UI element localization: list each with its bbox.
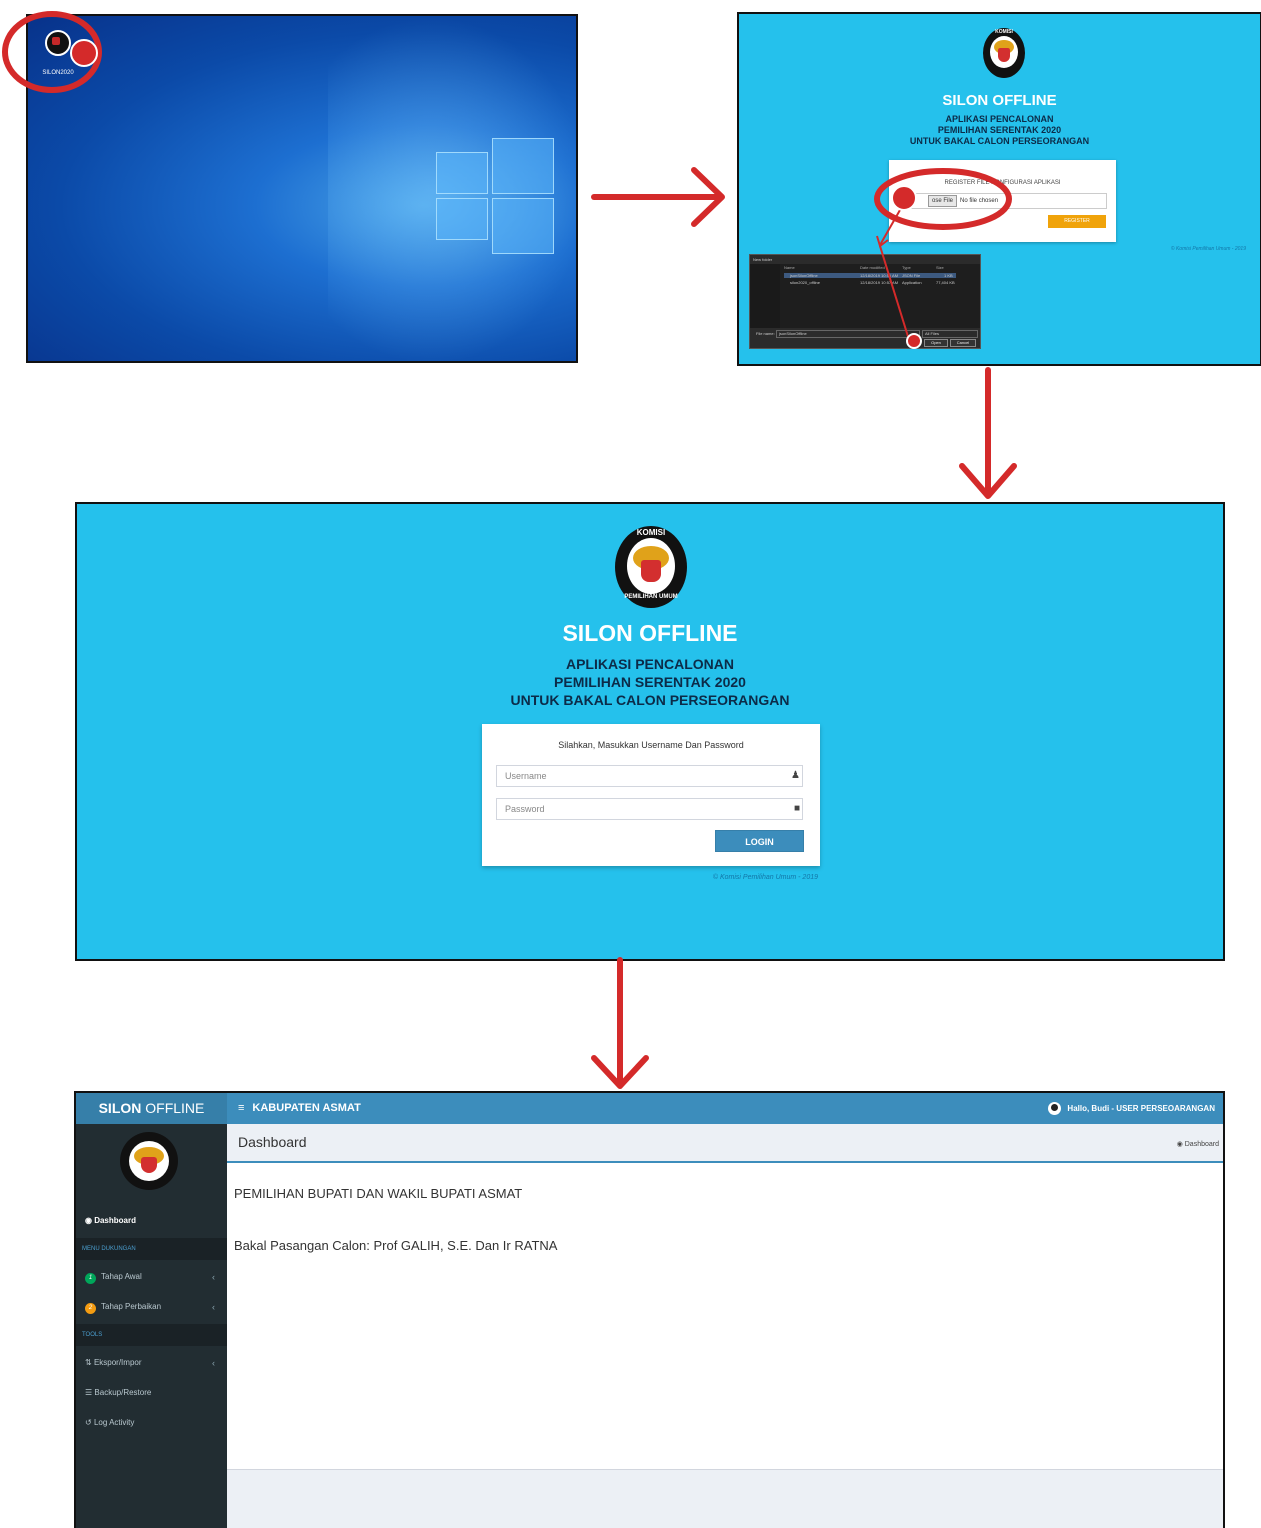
click-marker-icon [70,39,98,67]
annotation-overlay [2,11,1017,1089]
pointer-line-2 [879,245,911,344]
click-marker-icon [906,333,922,349]
click-marker-icon [891,185,917,211]
